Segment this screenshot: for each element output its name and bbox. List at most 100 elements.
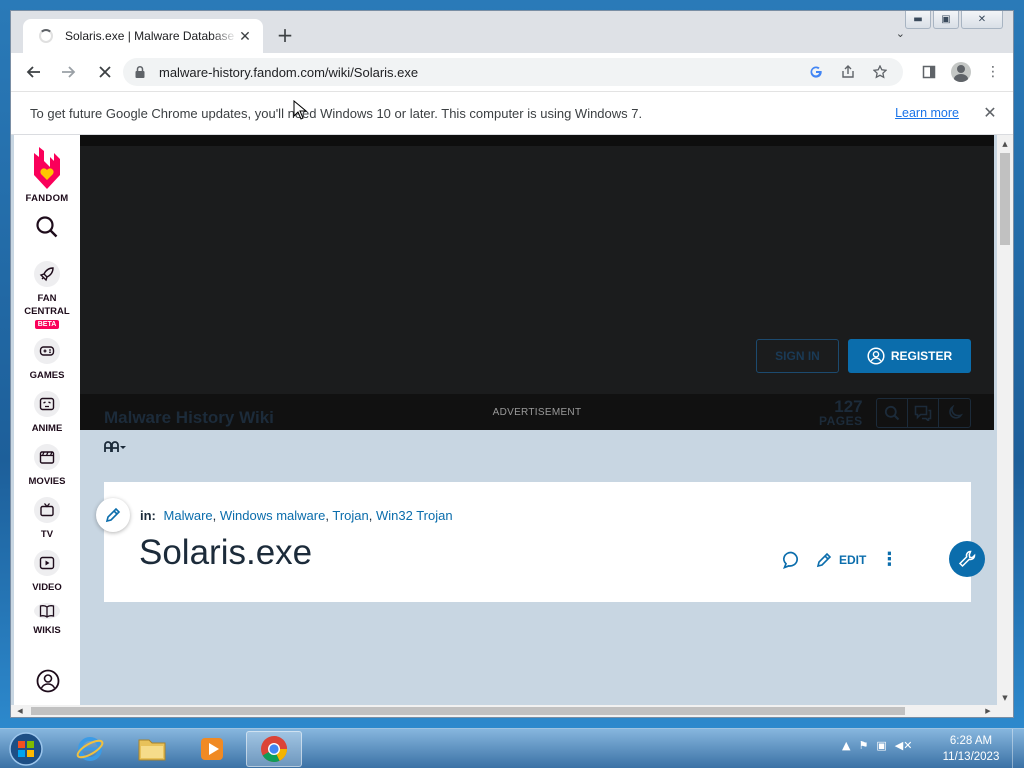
infobar-close-icon[interactable]: ✕ [979,103,1001,123]
scroll-right-arrow-icon[interactable]: ▶ [981,705,995,717]
profile-avatar-button[interactable] [947,58,975,86]
forward-arrow-icon [62,66,76,78]
sign-in-button[interactable]: SIGN IN [756,339,839,373]
new-tab-button[interactable]: + [273,24,297,48]
stop-x-icon [99,66,111,78]
browser-window: Solaris.exe | Malware Database Wiki ✕ + … [10,10,1014,718]
stop-button[interactable] [91,58,119,86]
video-icon [34,550,60,576]
search-icon[interactable] [34,214,60,240]
wiki-search-button[interactable] [877,399,908,427]
wrench-icon [958,550,976,568]
nav-wikis[interactable]: WIKIS [14,603,80,635]
category-link[interactable]: Win32 Trojan [376,508,453,523]
floating-edit-button[interactable] [96,498,130,532]
nav-video[interactable]: VIDEO [14,550,80,594]
tab-title: Solaris.exe | Malware Database Wiki [65,29,237,43]
tab-search-chevron-icon[interactable]: ⌄ [896,27,905,40]
address-bar[interactable]: malware-history.fandom.com/wiki/Solaris.… [123,58,903,86]
minimize-button[interactable]: ▬ [905,11,931,29]
tray-expand-icon[interactable]: ▲ [842,739,850,752]
chrome-menu-icon[interactable]: ⋮ [979,58,1007,86]
loading-spinner-icon [39,29,53,43]
discussions-button[interactable] [908,399,939,427]
advertisement-slot[interactable]: ADVERTISEMENT [80,146,994,430]
nav-anime[interactable]: ANIME [14,391,80,435]
rocket-icon [34,261,60,287]
fandom-logo-label: FANDOM [25,193,69,204]
horizontal-scrollbar[interactable]: ◀ ▶ [11,705,1013,717]
maximize-button[interactable]: ▣ [933,11,959,29]
toolbar-right-icons: ⋮ [915,58,1007,86]
beta-badge: BETA [34,320,60,329]
horizontal-scroll-thumb[interactable] [31,707,905,715]
nav-fan-central-label: FAN CENTRAL [24,293,70,317]
fandom-logo-icon[interactable] [30,145,64,191]
clock-date: 11/13/2023 [942,751,1000,763]
category-link[interactable]: Windows malware [220,508,325,523]
show-desktop-button[interactable] [1012,729,1024,768]
nav-anime-label: ANIME [31,423,63,434]
edit-button[interactable]: EDIT [815,551,866,569]
pencil-icon [105,507,121,523]
internet-explorer-taskbar-icon[interactable] [62,731,118,767]
page-count-number: 127 [834,397,863,416]
tab-close-icon[interactable]: ✕ [237,28,253,45]
register-label: REGISTER [890,349,953,363]
volume-muted-icon[interactable]: ◀✕ [895,739,913,752]
chrome-taskbar-icon[interactable] [246,731,302,767]
wiki-title[interactable]: Malware History Wiki [104,408,274,428]
windows-taskbar: ▲ ⚑ ▣ ◀✕ 6:28 AM 11/13/2023 [0,728,1024,768]
learn-more-link[interactable]: Learn more [895,106,959,120]
clock-time: 6:28 AM [949,735,993,747]
nav-fan-central[interactable]: FAN CENTRAL BETA [14,261,80,329]
category-link[interactable]: Malware [164,508,213,523]
url-text[interactable]: malware-history.fandom.com/wiki/Solaris.… [159,65,797,80]
pencil-icon [816,552,832,567]
page-count: 127 PAGES [819,397,863,429]
browser-tab[interactable]: Solaris.exe | Malware Database Wiki ✕ [23,19,263,53]
infobar-message: To get future Google Chrome updates, you… [30,105,643,121]
back-button[interactable] [19,58,47,86]
profile-icon [951,62,971,82]
action-center-flag-icon[interactable]: ⚑ [858,739,868,752]
tools-fab-button[interactable] [949,541,985,577]
ad-top-strip [80,135,994,146]
clapperboard-icon [34,444,60,470]
more-actions-icon[interactable]: ⋮ [880,549,898,570]
mouse-cursor-icon [293,100,307,120]
nav-tv[interactable]: TV [14,497,80,541]
user-account-icon[interactable] [36,669,60,693]
nav-movies[interactable]: MOVIES [14,444,80,488]
category-link[interactable]: Trojan [332,508,368,523]
google-lens-icon[interactable] [803,60,829,84]
scroll-down-arrow-icon[interactable]: ▼ [997,691,1013,705]
lock-icon[interactable] [133,65,147,79]
search-icon [884,405,900,421]
network-icon[interactable]: ▣ [876,739,886,752]
theme-toggle-button[interactable] [939,399,970,427]
share-icon[interactable] [835,60,861,84]
register-button[interactable]: REGISTER [848,339,971,373]
nav-games[interactable]: GAMES [14,338,80,382]
start-button[interactable] [6,730,46,768]
fandom-global-nav: FANDOM FAN CENTRAL BETA GAMES ANIME MOVI… [14,135,80,707]
gamepad-icon [34,338,60,364]
forward-button[interactable] [55,58,83,86]
file-explorer-taskbar-icon[interactable] [124,731,180,767]
taskbar-clock[interactable]: 6:28 AM 11/13/2023 [936,733,1006,765]
wiki-logo-dropdown-icon [104,441,126,452]
language-selector[interactable] [104,441,126,456]
book-icon [34,603,60,619]
close-window-button[interactable]: ✕ [961,11,1003,29]
side-panel-icon[interactable] [915,58,943,86]
vertical-scrollbar[interactable]: ▲ ▼ [997,135,1013,707]
media-player-taskbar-icon[interactable] [184,731,240,767]
vertical-scroll-thumb[interactable] [1000,153,1010,245]
scroll-left-arrow-icon[interactable]: ◀ [13,705,27,717]
comment-icon[interactable] [781,550,801,570]
tab-strip: Solaris.exe | Malware Database Wiki ✕ + … [11,11,1013,53]
bookmark-star-icon[interactable] [867,60,893,84]
wiki-header-tools [876,398,971,428]
scroll-up-arrow-icon[interactable]: ▲ [997,137,1013,151]
